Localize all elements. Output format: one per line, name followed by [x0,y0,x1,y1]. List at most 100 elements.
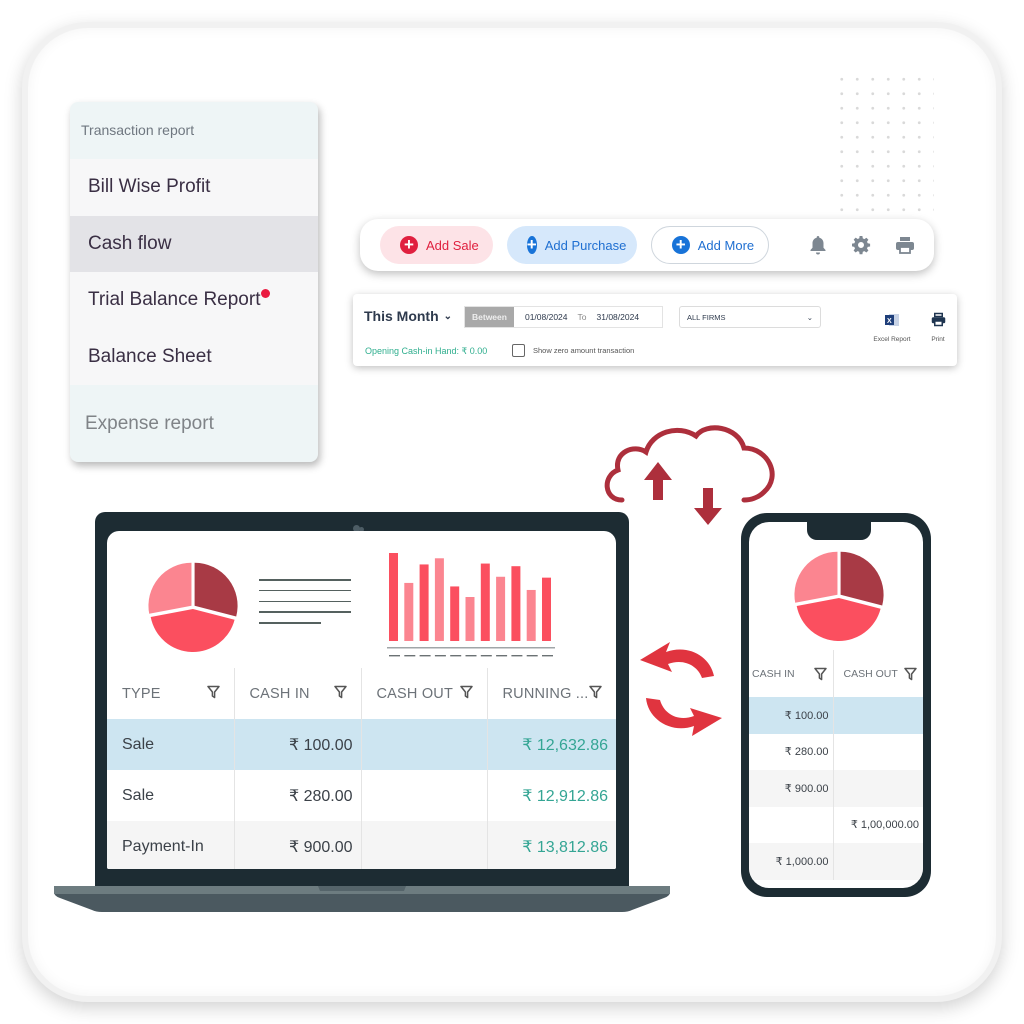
cell-cash-in: ₹ 280.00 [784,746,829,759]
bar [526,589,536,641]
table-row[interactable]: ₹ 1,000.00 [749,843,923,880]
cell-cash-in: ₹ 100.00 [233,719,361,770]
add-sale-button[interactable]: + Add Sale [380,226,493,264]
x-tick-label-placeholder [434,655,446,657]
excel-report-label: Excel Report [873,336,911,343]
cell-cash-out [832,770,923,807]
x-tick-label-placeholder [480,655,492,657]
pie-slice [796,597,881,641]
filter-icon[interactable] [813,667,827,684]
to-date-input[interactable]: 31/08/2024 [597,312,640,322]
menu-item-label: Bill Wise Profit [88,176,211,198]
column-label: CASH IN [752,667,795,680]
cell-cash-out [360,770,487,821]
menu-item-trial-balance-report[interactable]: Trial Balance Report [70,272,318,329]
table-row[interactable]: Sale ₹ 280.00 ₹ 12,912.86 [107,770,616,821]
printer-icon[interactable] [895,234,915,256]
cell-cash-out [832,733,923,770]
filter-icon[interactable] [589,685,602,703]
phone: CASH IN CASH OUT ₹ 100.00 ₹ 280.00 ₹ 900… [741,513,931,897]
table-row[interactable]: Sale ₹ 100.00 ₹ 12,632.86 [107,719,616,770]
x-tick-label-placeholder [496,655,508,657]
pie-slice [148,562,192,614]
firm-select-value: ALL FIRMS [687,313,726,322]
x-tick-label-placeholder [450,655,462,657]
x-tick-label-placeholder [389,655,400,657]
cloud-sync-icon [604,425,775,525]
printer-icon [926,312,950,330]
x-tick-label-placeholder [465,655,477,657]
text-lines-placeholder [259,579,351,633]
from-date-input[interactable]: 01/08/2024 [525,312,568,322]
phone-cash-table: CASH IN CASH OUT ₹ 100.00 ₹ 280.00 ₹ 900… [749,650,923,880]
pie-chart [148,562,238,652]
column-label: CASH IN [249,685,310,702]
pie-slice [840,551,884,606]
opening-cash-label: Opening Cash-in Hand: ₹ 0.00 [365,346,488,356]
cash-flow-table: TYPE CASH IN CASH OUT RUNNING ... Sale ₹… [107,668,616,869]
action-toolbar: + Add Sale + Add Purchase + Add More [360,219,934,271]
filter-icon[interactable] [904,667,917,684]
bar [450,586,460,641]
pie-slice [150,608,235,652]
column-label: CASH OUT [376,685,454,702]
show-zero-toggle[interactable]: Show zero amount transaction [512,344,634,357]
excel-report-button[interactable]: X Excel Report [871,312,913,343]
menu-item-balance-sheet[interactable]: Balance Sheet [70,328,318,385]
filter-icon[interactable] [459,685,473,703]
bar [404,582,414,641]
add-purchase-label: Add Purchase [544,237,627,253]
x-tick-label-placeholder [511,655,523,657]
filter-icon[interactable] [333,685,347,703]
x-axis-line [387,647,555,649]
to-label: To [577,312,587,322]
column-header-cash-in[interactable]: CASH IN [233,668,361,719]
table-row[interactable]: ₹ 100.00 [749,697,923,734]
show-zero-checkbox[interactable] [512,344,525,357]
cell-type: Sale [107,719,234,770]
bell-icon[interactable] [809,234,827,256]
cash-flow-filter-bar: This Month ⌄ Between 01/08/2024 To 31/08… [353,294,957,366]
cell-cash-in: ₹ 900.00 [749,770,833,807]
add-sale-label: Add Sale [426,237,479,253]
column-label: TYPE [122,685,161,702]
add-more-button[interactable]: + Add More [650,226,770,264]
bar [542,577,551,641]
range-type-label: Between [465,307,514,327]
cell-cash-in: ₹ 1,000.00 [749,843,833,880]
print-button[interactable]: Print [926,312,950,343]
cell-cash-out [360,821,487,869]
phone-screen: CASH IN CASH OUT ₹ 100.00 ₹ 280.00 ₹ 900… [749,522,923,888]
print-label: Print [931,336,945,343]
menu-item-cash-flow[interactable]: Cash flow [70,215,318,272]
x-tick-label-placeholder [542,655,553,657]
download-arrow-icon [694,488,722,525]
menu-header: Transaction report [81,122,195,138]
cell-cash-in: ₹ 100.00 [749,697,833,734]
column-header-cash-out[interactable]: CASH OUT [360,668,487,719]
filter-icon[interactable] [206,685,220,703]
table-row[interactable]: ₹ 900.00 [749,770,923,807]
add-purchase-button[interactable]: + Add Purchase [506,226,637,264]
cell-cash-in: ₹ 280.00 [233,770,361,821]
column-header-cash-in[interactable]: CASH IN [749,650,833,697]
date-range-field[interactable]: Between 01/08/2024 To 31/08/2024 [464,306,663,328]
table-row[interactable]: ₹ 280.00 [749,733,923,770]
x-tick-label-placeholder [419,655,431,657]
menu-item-expense-report[interactable]: Expense report [70,385,318,462]
table-row[interactable]: Payment-In ₹ 900.00 ₹ 13,812.86 [107,821,616,869]
table-row[interactable]: ₹ 1,00,000.00 [749,806,923,843]
firm-select[interactable]: ALL FIRMS ⌄ [679,306,821,328]
menu-item-bill-wise-profit[interactable]: Bill Wise Profit [70,159,318,216]
column-header-running-balance[interactable]: RUNNING ... [486,668,616,719]
sync-arrow-bottom [646,698,722,736]
cloud-outline [604,425,775,503]
column-header-type[interactable]: TYPE [107,668,234,719]
column-header-cash-out[interactable]: CASH OUT [832,650,923,697]
gear-icon[interactable] [851,234,871,256]
plus-circle-icon: + [671,236,690,254]
svg-text:X: X [887,318,892,325]
bar [419,564,429,641]
period-dropdown[interactable]: This Month ⌄ [364,308,452,324]
bar [465,597,475,641]
